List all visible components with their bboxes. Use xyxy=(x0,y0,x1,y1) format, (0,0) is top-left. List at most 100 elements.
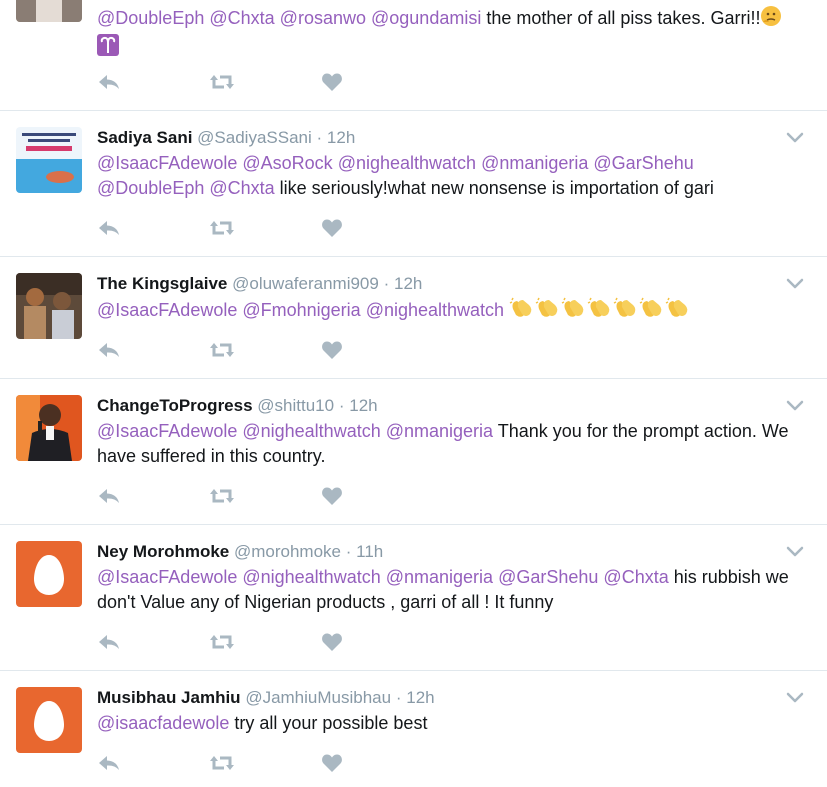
user-handle[interactable]: @SadiyaSSani xyxy=(197,128,312,147)
display-name[interactable]: Sadiya Sani xyxy=(97,128,192,147)
retweet-button[interactable] xyxy=(209,218,235,240)
separator-dot: · xyxy=(395,688,402,707)
egg-avatar-icon[interactable] xyxy=(16,541,82,607)
tweet-text-segment: try all your possible best xyxy=(229,713,428,733)
mention-link[interactable]: @isaacfadewole xyxy=(97,713,229,733)
tweet[interactable]: The Kingsglaive @oluwaferanmi909 · 12h @… xyxy=(0,257,827,379)
like-button[interactable] xyxy=(321,218,347,240)
mention-link[interactable]: @Fmohnigeria xyxy=(242,300,360,320)
tweet-timestamp[interactable]: 12h xyxy=(349,396,377,415)
mention-link[interactable]: @nmanigeria xyxy=(481,153,588,173)
mention-link[interactable]: @Chxta xyxy=(603,567,668,587)
mention-link[interactable]: @nighealthwatch xyxy=(366,300,504,320)
mention-link[interactable]: @AsoRock xyxy=(242,153,332,173)
reply-button[interactable] xyxy=(97,72,123,94)
tweet[interactable]: @DoubleEph @Chxta @rosanwo @ogundamisi t… xyxy=(0,0,827,111)
display-name[interactable]: Musibhau Jamhiu xyxy=(97,688,241,707)
retweet-icon xyxy=(209,753,235,773)
tweet-text: @DoubleEph @Chxta @rosanwo @ogundamisi t… xyxy=(97,5,797,63)
chevron-down-icon[interactable] xyxy=(785,395,805,415)
timeline: @DoubleEph @Chxta @rosanwo @ogundamisi t… xyxy=(0,0,827,787)
tweet-timestamp[interactable]: 12h xyxy=(327,128,355,147)
reply-button[interactable] xyxy=(97,218,123,240)
tweet-text: @IsaacFAdewole @nighealthwatch @nmaniger… xyxy=(97,419,797,469)
user-handle[interactable]: @JamhiuMusibhau xyxy=(245,688,391,707)
avatar[interactable] xyxy=(16,395,82,461)
user-handle[interactable]: @morohmoke xyxy=(234,542,341,561)
retweet-icon xyxy=(209,632,235,652)
mention-link[interactable]: @GarShehu xyxy=(498,567,598,587)
tweet[interactable]: Musibhau Jamhiu @JamhiuMusibhau · 12h @i… xyxy=(0,671,827,787)
tweet-timestamp[interactable]: 11h xyxy=(356,542,383,561)
retweet-button[interactable] xyxy=(209,486,235,508)
heart-icon xyxy=(321,753,347,773)
clapping-hands-emoji xyxy=(587,297,613,326)
retweet-button[interactable] xyxy=(209,753,235,775)
heart-icon xyxy=(321,340,347,360)
mention-link[interactable]: @IsaacFAdewole xyxy=(97,300,237,320)
reply-icon xyxy=(97,72,123,92)
tweet-timestamp[interactable]: 12h xyxy=(406,688,434,707)
mention-link[interactable]: @Chxta xyxy=(209,178,274,198)
retweet-icon xyxy=(209,340,235,360)
like-button[interactable] xyxy=(321,72,347,94)
separator-dot: · xyxy=(345,542,352,561)
mention-link[interactable]: @nmanigeria xyxy=(386,421,493,441)
mention-link[interactable]: @DoubleEph xyxy=(97,178,204,198)
chevron-down-icon[interactable] xyxy=(785,687,805,707)
reply-button[interactable] xyxy=(97,340,123,362)
mention-link[interactable]: @nighealthwatch xyxy=(338,153,476,173)
tweet[interactable]: ChangeToProgress @shittu10 · 12h @IsaacF… xyxy=(0,379,827,525)
like-button[interactable] xyxy=(321,632,347,654)
reply-button[interactable] xyxy=(97,632,123,654)
separator-dot: · xyxy=(383,274,390,293)
mention-link[interactable]: @nmanigeria xyxy=(386,567,493,587)
mention-link[interactable]: @IsaacFAdewole xyxy=(97,567,237,587)
tweet[interactable]: Sadiya Sani @SadiyaSSani · 12h @IsaacFAd… xyxy=(0,111,827,257)
tweet-timestamp[interactable]: 12h xyxy=(394,274,422,293)
tweet-actions xyxy=(97,486,357,506)
heart-icon xyxy=(321,632,347,652)
egg-avatar-icon[interactable] xyxy=(16,687,82,753)
mention-link[interactable]: @IsaacFAdewole xyxy=(97,421,237,441)
heart-icon xyxy=(321,218,347,238)
mention-link[interactable]: @nighealthwatch xyxy=(242,421,380,441)
clapping-hands-emoji xyxy=(639,297,665,326)
mention-link[interactable]: @nighealthwatch xyxy=(242,567,380,587)
chevron-down-icon[interactable] xyxy=(785,273,805,293)
clapping-hands-emoji xyxy=(665,297,691,326)
retweet-icon xyxy=(209,486,235,506)
like-button[interactable] xyxy=(321,486,347,508)
mention-link[interactable]: @DoubleEph xyxy=(97,8,204,28)
display-name[interactable]: The Kingsglaive xyxy=(97,274,227,293)
reply-icon xyxy=(97,340,123,360)
chevron-down-icon[interactable] xyxy=(785,541,805,561)
tweet-actions xyxy=(97,218,357,238)
avatar[interactable] xyxy=(16,273,82,339)
mention-link[interactable]: @IsaacFAdewole xyxy=(97,153,237,173)
user-handle[interactable]: @shittu10 xyxy=(257,396,334,415)
heart-icon xyxy=(321,486,347,506)
clapping-hands-emoji xyxy=(535,297,561,326)
display-name[interactable]: ChangeToProgress xyxy=(97,396,253,415)
retweet-button[interactable] xyxy=(209,340,235,362)
retweet-button[interactable] xyxy=(209,72,235,94)
user-handle[interactable]: @oluwaferanmi909 xyxy=(232,274,379,293)
retweet-button[interactable] xyxy=(209,632,235,654)
reply-button[interactable] xyxy=(97,486,123,508)
tweet[interactable]: Ney Morohmoke @morohmoke · 11h @IsaacFAd… xyxy=(0,525,827,671)
like-button[interactable] xyxy=(321,753,347,775)
chevron-down-icon[interactable] xyxy=(785,127,805,147)
like-button[interactable] xyxy=(321,340,347,362)
mention-link[interactable]: @GarShehu xyxy=(593,153,693,173)
mention-link[interactable]: @Chxta xyxy=(209,8,274,28)
reply-button[interactable] xyxy=(97,753,123,775)
retweet-icon xyxy=(209,72,235,92)
separator-dot: · xyxy=(338,396,345,415)
avatar[interactable] xyxy=(16,0,82,22)
mention-link[interactable]: @ogundamisi xyxy=(371,8,481,28)
display-name[interactable]: Ney Morohmoke xyxy=(97,542,229,561)
mention-link[interactable]: @rosanwo xyxy=(280,8,366,28)
tweet-header: Sadiya Sani @SadiyaSSani · 12h xyxy=(97,127,355,149)
avatar[interactable] xyxy=(16,127,82,193)
